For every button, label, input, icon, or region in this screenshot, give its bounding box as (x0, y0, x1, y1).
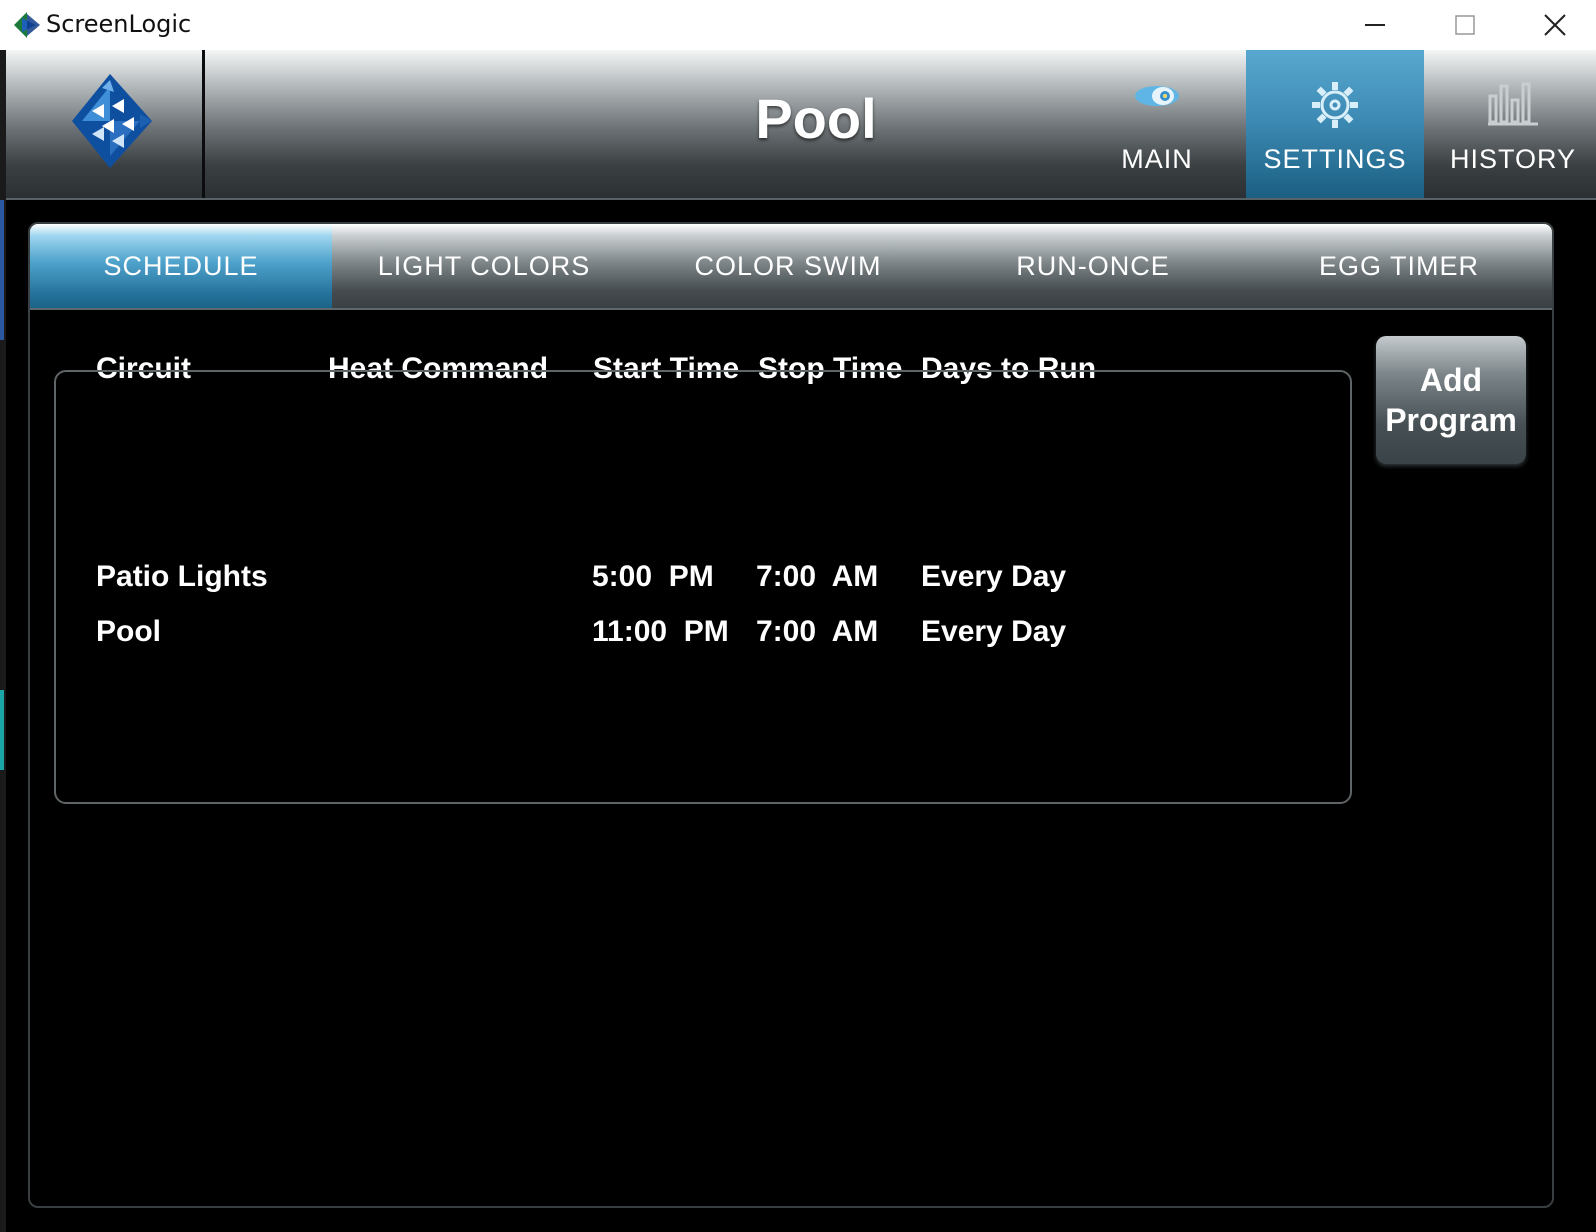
page-title: Pool (755, 87, 877, 150)
row-days: Every Day (921, 615, 1067, 648)
window-edge-accent (0, 200, 4, 340)
nav-history-button[interactable]: HISTORY (1424, 50, 1596, 198)
nav-history-label: HISTORY (1449, 144, 1577, 174)
pentair-logo-icon (72, 74, 152, 168)
nav-main-label: MAIN (1121, 144, 1193, 174)
tab-schedule-label: SCHEDULE (103, 250, 259, 281)
settings-tab-bar: SCHEDULE LIGHT COLORS COLOR SWIM RUN-ONC… (30, 224, 1552, 310)
gear-icon (1312, 82, 1358, 128)
row-stop-time: 7:00 AM (756, 560, 879, 593)
bar-chart-icon (1488, 82, 1538, 126)
row-start-time: 11:00 PM (592, 615, 729, 648)
tab-run-once-label: RUN-ONCE (1016, 250, 1170, 281)
row-circuit: Patio Lights (96, 560, 268, 593)
tab-egg-timer[interactable]: EGG TIMER (1246, 224, 1552, 308)
schedule-panel: SCHEDULE LIGHT COLORS COLOR SWIM RUN-ONC… (28, 222, 1554, 1208)
window-title-bar: ScreenLogic (0, 0, 1596, 50)
maximize-button[interactable] (1420, 0, 1510, 50)
nav-settings-button[interactable]: SETTINGS (1246, 50, 1424, 198)
tab-color-swim[interactable]: COLOR SWIM (636, 224, 940, 308)
row-days: Every Day (921, 560, 1067, 593)
tab-light-colors-label: LIGHT COLORS (377, 250, 591, 281)
tab-egg-timer-label: EGG TIMER (1318, 250, 1480, 281)
close-button[interactable] (1510, 0, 1596, 50)
window-edge-accent (0, 690, 4, 770)
logo-panel (6, 50, 205, 198)
window-title: ScreenLogic (46, 10, 192, 38)
nav-settings-label: SETTINGS (1263, 144, 1407, 174)
nav-main-button[interactable]: MAIN (1068, 50, 1246, 198)
screenlogic-app-icon (14, 12, 40, 38)
app-header: Pool MAIN SETTINGS HISTORY (6, 50, 1596, 200)
row-start-time: 5:00 PM (592, 560, 714, 593)
tab-run-once[interactable]: RUN-ONCE (940, 224, 1246, 308)
add-program-label: Add Program (1385, 362, 1517, 438)
row-circuit: Pool (96, 615, 161, 648)
tab-light-colors[interactable]: LIGHT COLORS (332, 224, 636, 308)
tab-color-swim-label: COLOR SWIM (694, 250, 882, 281)
tab-schedule[interactable]: SCHEDULE (30, 224, 332, 308)
minimize-button[interactable] (1330, 0, 1420, 50)
close-icon (1544, 14, 1566, 36)
pool-light-icon (1135, 86, 1179, 106)
row-stop-time: 7:00 AM (756, 615, 879, 648)
maximize-icon (1455, 15, 1475, 35)
add-program-button[interactable]: Add Program (1376, 336, 1526, 464)
minimize-icon (1365, 24, 1385, 26)
